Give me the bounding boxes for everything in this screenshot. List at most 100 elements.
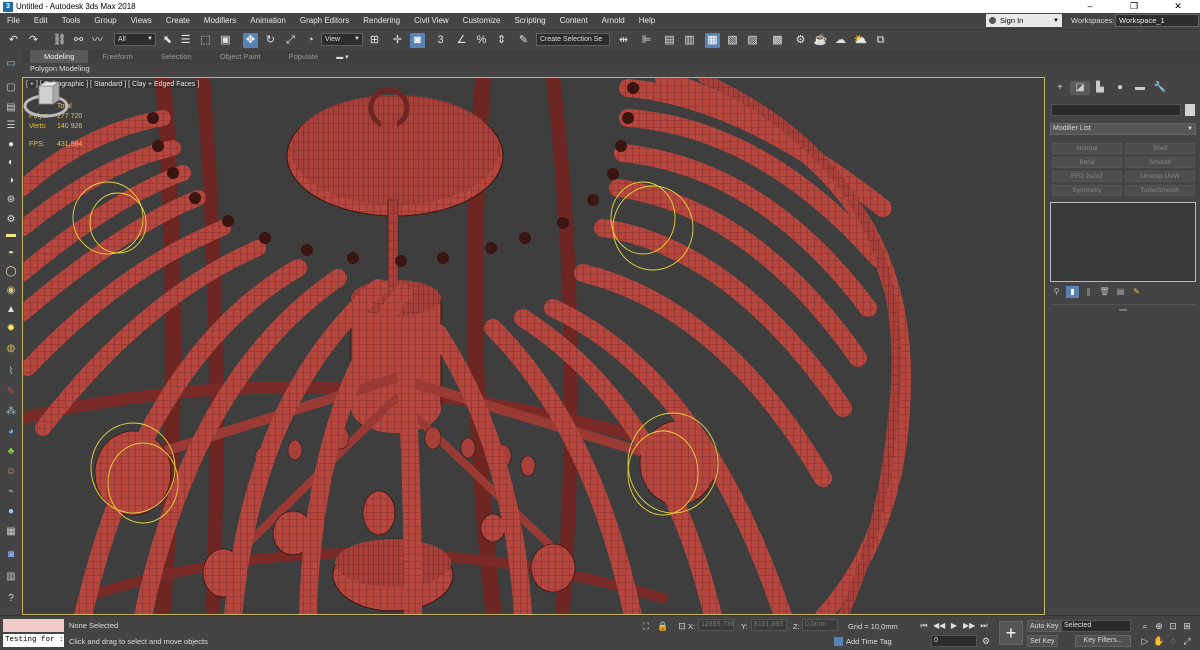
selection-lock-icon[interactable]: 🔒 xyxy=(657,620,669,632)
selection-filter-dropdown[interactable]: All ▼ xyxy=(114,33,156,46)
spinner-snap-icon[interactable]: ⇕ xyxy=(494,33,509,48)
modifier-stack-view[interactable] xyxy=(1050,202,1196,282)
globe-icon[interactable]: ◕ xyxy=(3,425,19,439)
menu-civil-view[interactable]: Civil View xyxy=(407,13,456,29)
menu-views[interactable]: Views xyxy=(124,13,159,29)
light-icon[interactable]: ● xyxy=(3,138,19,152)
modify-tab-icon[interactable]: ◪ xyxy=(1070,81,1090,95)
menu-modifiers[interactable]: Modifiers xyxy=(197,13,243,29)
space-warp-icon[interactable]: ⊛ xyxy=(3,193,19,207)
tab-object-paint[interactable]: Object Paint xyxy=(206,50,275,63)
menu-customize[interactable]: Customize xyxy=(456,13,508,29)
ribbon-options-icon[interactable]: ▬ ▾ xyxy=(336,53,348,61)
object-color-swatch[interactable] xyxy=(1185,104,1195,116)
perspective-viewport[interactable]: [ + ] [ Orthographic ] [ Standard ] [ Cl… xyxy=(22,77,1045,615)
display-tab-icon[interactable]: ▬ xyxy=(1130,81,1150,95)
plane-icon[interactable]: ▬ xyxy=(3,228,19,242)
hierarchy-tab-icon[interactable]: ▙ xyxy=(1090,81,1110,95)
geosphere-icon[interactable]: ◯ xyxy=(3,265,19,279)
mirror-icon[interactable]: ⇹ xyxy=(616,33,631,48)
percent-snap-icon[interactable]: % xyxy=(474,33,489,48)
zoom-extents-icon[interactable]: ⊡ xyxy=(1167,620,1179,632)
align-icon[interactable]: ⊫ xyxy=(639,33,654,48)
unlink-icon[interactable]: ⚯ xyxy=(71,33,86,48)
menu-arnold[interactable]: Arnold xyxy=(595,13,632,29)
a360-gallery-icon[interactable]: ⧉ xyxy=(873,33,888,48)
toggle-ribbon-icon[interactable]: ▥ xyxy=(682,33,697,48)
select-object-icon[interactable]: ⬉ xyxy=(160,33,175,48)
sign-in-button[interactable]: Sign In ▼ xyxy=(986,14,1062,27)
go-to-start-icon[interactable]: ⏮ xyxy=(918,620,930,631)
3ds-max-app-icon[interactable]: 3 xyxy=(3,1,13,12)
sphere-icon[interactable]: ◓ xyxy=(3,247,19,261)
edit-modifier-icon[interactable]: ✎ xyxy=(1130,286,1143,298)
modifier-turbosmooth-button[interactable]: TurboSmooth xyxy=(1125,185,1195,196)
layer-explorer-icon[interactable]: ▤ xyxy=(662,33,677,48)
show-end-result-icon[interactable]: ▮ xyxy=(1066,286,1079,298)
grid-icon[interactable]: ▦ xyxy=(3,525,19,539)
angle-snap-icon[interactable]: ∠ xyxy=(454,33,469,48)
undo-icon[interactable]: ↶ xyxy=(6,33,21,48)
modifier-list-dropdown[interactable]: Modifier List ▼ xyxy=(1050,123,1196,135)
camera-icon[interactable]: ◑ xyxy=(3,174,19,188)
menu-edit[interactable]: Edit xyxy=(27,13,55,29)
modifier-symmetry-button[interactable]: Symmetry xyxy=(1052,185,1122,196)
named-selection-dropdown[interactable]: Create Selection Se xyxy=(536,33,610,46)
shape-icon[interactable]: ⚙ xyxy=(3,213,19,227)
modifier-smooth-button[interactable]: Smooth xyxy=(1125,157,1195,168)
select-and-place-icon[interactable]: ◔ xyxy=(303,33,318,48)
maximize-button[interactable]: ❐ xyxy=(1112,0,1156,13)
isolate-selection-icon[interactable]: ⛶ xyxy=(640,620,652,632)
list-icon[interactable]: ☰ xyxy=(3,119,19,133)
container-icon[interactable]: ▥ xyxy=(3,570,19,584)
object-name-field[interactable] xyxy=(1051,104,1181,116)
pan-view-icon[interactable]: ✋ xyxy=(1153,635,1165,647)
ribbon-panel-polygon-modeling[interactable]: Polygon Modeling xyxy=(0,63,1200,75)
rendered-frame-window-icon[interactable]: ⚙ xyxy=(793,33,808,48)
rectangular-selection-icon[interactable]: ⬚ xyxy=(198,33,213,48)
motion-tab-icon[interactable]: ● xyxy=(1110,81,1130,95)
bind-space-warp-icon[interactable]: 〰 xyxy=(90,33,105,48)
zoom-all-icon[interactable]: ⊕ xyxy=(1153,620,1165,632)
keyboard-shortcut-toggle-icon[interactable]: ◙ xyxy=(410,33,425,48)
curve-editor-icon[interactable]: ▦ xyxy=(705,33,720,48)
tab-freeform[interactable]: Freeform xyxy=(88,50,146,63)
create-tab-icon[interactable]: + xyxy=(1050,81,1070,95)
select-icon[interactable]: ▤ xyxy=(3,101,19,115)
link-icon[interactable]: ⛓ xyxy=(52,33,67,48)
menu-rendering[interactable]: Rendering xyxy=(356,13,407,29)
foliage-icon[interactable]: ♣ xyxy=(3,445,19,459)
material-editor-icon[interactable]: ▨ xyxy=(745,33,760,48)
menu-graph-editors[interactable]: Graph Editors xyxy=(293,13,356,29)
set-keys-button[interactable]: + xyxy=(999,621,1023,645)
panel-resize-grip[interactable] xyxy=(1119,309,1127,311)
render-setup-icon[interactable]: ▩ xyxy=(770,33,785,48)
snaps-toggle-icon[interactable]: 3 xyxy=(433,33,448,48)
maxscript-listener-output[interactable] xyxy=(3,619,64,632)
x-coordinate-field[interactable]: 12895,736 xyxy=(698,619,734,631)
select-and-rotate-icon[interactable]: ↻ xyxy=(263,33,278,48)
window-crossing-icon[interactable]: ▣ xyxy=(218,33,233,48)
select-manipulate-icon[interactable]: ✛ xyxy=(390,33,405,48)
menu-content[interactable]: Content xyxy=(553,13,595,29)
time-configuration-icon[interactable]: ⚙ xyxy=(980,635,992,647)
y-coordinate-field[interactable]: 8161,893 xyxy=(751,619,787,631)
auto-key-button[interactable]: Auto Key xyxy=(1027,620,1062,632)
absolute-mode-transform-icon[interactable]: ⊡ xyxy=(676,620,688,632)
menu-animation[interactable]: Animation xyxy=(243,13,293,29)
select-and-scale-icon[interactable]: ⤢ xyxy=(283,33,298,48)
next-frame-icon[interactable]: ▶▶ xyxy=(963,620,975,631)
character-icon[interactable]: ☺ xyxy=(3,465,19,479)
maximize-viewport-icon[interactable]: ⤢ xyxy=(1181,635,1193,647)
menu-scripting[interactable]: Scripting xyxy=(507,13,552,29)
render-icon[interactable]: ◙ xyxy=(3,548,19,562)
remove-modifier-icon[interactable]: 🗑 xyxy=(1098,286,1111,298)
cone-icon[interactable]: ▲ xyxy=(3,303,19,317)
play-icon[interactable]: ▶ xyxy=(948,620,960,631)
previous-frame-icon[interactable]: ◀◀ xyxy=(933,620,945,631)
box-icon[interactable]: ▢ xyxy=(3,81,19,95)
add-time-tag-button[interactable]: Add Time Tag xyxy=(834,637,892,646)
go-to-end-icon[interactable]: ⏭ xyxy=(978,620,990,631)
wire-icon[interactable]: ⌁ xyxy=(3,485,19,499)
zoom-icon[interactable]: ⌕ xyxy=(1139,620,1151,632)
